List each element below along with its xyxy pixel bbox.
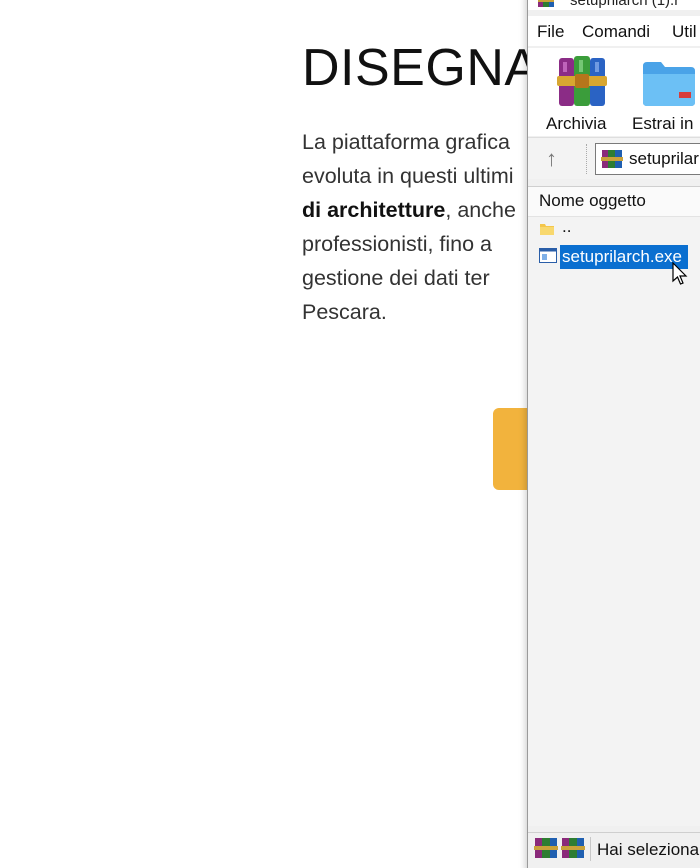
folder-icon bbox=[540, 224, 554, 235]
menu-utilita[interactable]: Util bbox=[672, 22, 697, 42]
extract-button[interactable]: Estrai in bbox=[632, 52, 700, 134]
column-header-name[interactable]: Nome oggetto bbox=[528, 187, 700, 217]
exe-file-icon bbox=[539, 248, 557, 263]
winrar-app-icon bbox=[538, 0, 554, 7]
extract-folder-icon bbox=[643, 62, 695, 106]
archive-button[interactable]: Archivia bbox=[546, 52, 618, 134]
toolbar: Archivia Estrai in bbox=[528, 48, 700, 136]
menu-comandi[interactable]: Comandi bbox=[582, 22, 650, 42]
status-separator bbox=[590, 837, 591, 861]
page-heading: DISEGNA bbox=[302, 39, 540, 97]
rar-archive-icon bbox=[601, 150, 623, 168]
winrar-window: setuprilarch (1).r File Comandi Util Arc… bbox=[527, 0, 700, 868]
extract-label: Estrai in bbox=[632, 114, 694, 133]
parent-folder-label: .. bbox=[562, 217, 572, 236]
bold-text: di architetture bbox=[302, 198, 446, 222]
selection-status-icon bbox=[561, 838, 585, 858]
parent-folder-row[interactable]: .. bbox=[528, 217, 700, 243]
address-text: setuprilar bbox=[629, 149, 699, 168]
menu-file[interactable]: File bbox=[537, 22, 564, 42]
up-arrow-icon[interactable]: ↑ bbox=[546, 146, 557, 172]
column-header-label: Nome oggetto bbox=[539, 191, 646, 210]
title-bar[interactable]: setuprilarch (1).r bbox=[528, 0, 700, 10]
archive-label: Archivia bbox=[546, 114, 607, 133]
status-text: Hai seleziona bbox=[597, 840, 700, 859]
address-separator bbox=[586, 144, 587, 174]
status-bar: Hai seleziona bbox=[528, 832, 700, 868]
menu-bar: File Comandi Util bbox=[528, 16, 700, 46]
address-bar: ↑ setuprilar bbox=[528, 137, 700, 179]
winrar-books-icon bbox=[557, 56, 607, 106]
address-field[interactable]: setuprilar bbox=[595, 143, 700, 175]
window-title: setuprilarch (1).r bbox=[570, 0, 680, 9]
archive-status-icon bbox=[534, 838, 558, 858]
file-name: setuprilarch.exe bbox=[560, 245, 689, 269]
mouse-pointer-icon bbox=[672, 262, 688, 285]
paragraph-text: , anche bbox=[445, 198, 516, 222]
